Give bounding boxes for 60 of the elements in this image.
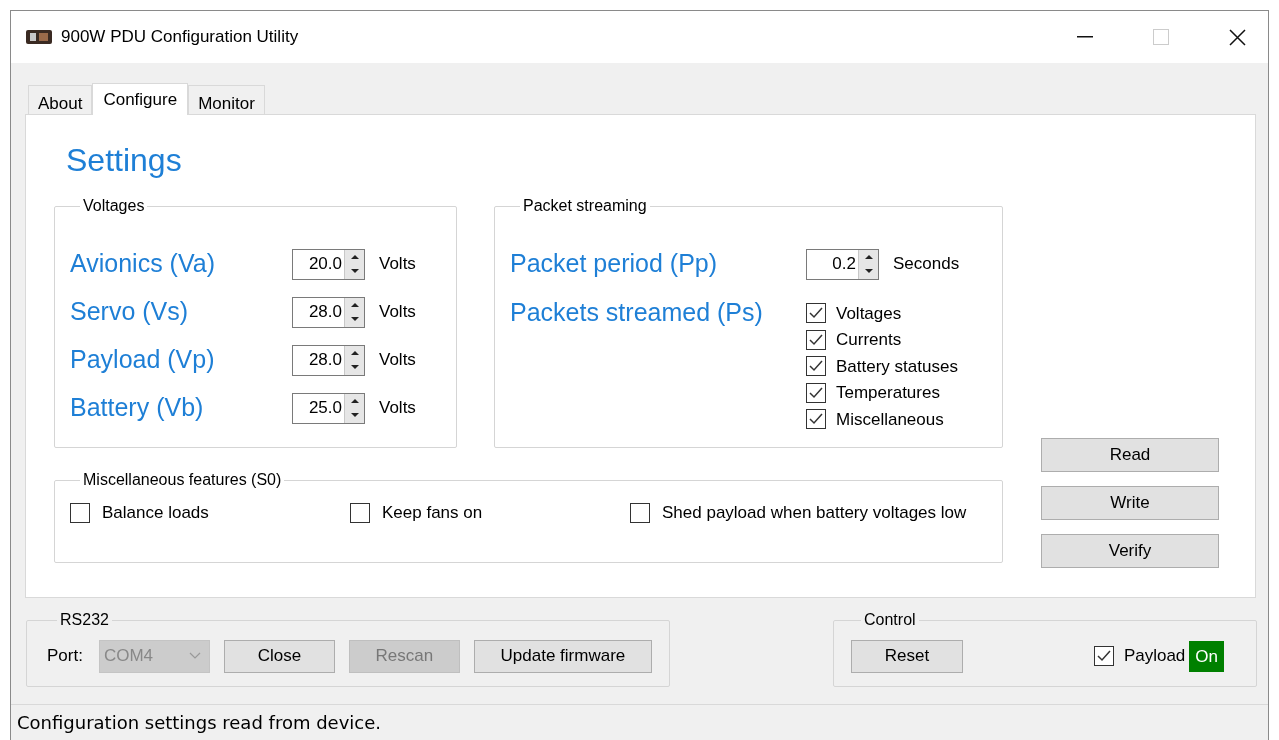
checkbox[interactable] <box>806 329 826 350</box>
number-field[interactable]: 28.0 <box>292 296 365 328</box>
unit-label: Volts <box>379 397 416 420</box>
group-title: Packet streaming <box>522 196 648 216</box>
reset-button[interactable]: Reset <box>851 639 963 673</box>
checkbox-label: Keep fans on <box>382 502 483 524</box>
field-label: Avionics (Va) <box>70 248 216 280</box>
checkbox-label: Balance loads <box>102 502 209 524</box>
checkbox-label: Voltages <box>836 302 902 325</box>
checkbox[interactable] <box>70 502 90 523</box>
page-heading: Settings <box>66 141 183 180</box>
unit-label: Seconds <box>893 253 960 276</box>
checkbox[interactable] <box>1093 646 1114 666</box>
checkbox[interactable] <box>630 502 650 523</box>
checkbox-label: Currents <box>836 329 902 351</box>
number-field[interactable]: 20.0 <box>292 248 365 280</box>
status-indicator: On <box>1189 640 1224 672</box>
checkbox[interactable] <box>806 303 826 324</box>
group-title: Control <box>863 610 917 630</box>
spin-buttons[interactable] <box>344 345 364 375</box>
checkbox[interactable] <box>806 356 826 377</box>
group-title: Voltages <box>82 196 146 216</box>
checkbox-label: Shed payload when battery voltages low <box>662 502 967 524</box>
field-label: Servo (Vs) <box>70 296 190 328</box>
dropdown-caret-icon <box>188 652 201 660</box>
checkbox-label: Payload <box>1123 645 1186 668</box>
window-title: 900W PDU Configuration Utility <box>61 26 299 49</box>
number-field[interactable]: 28.0 <box>292 344 365 376</box>
field-label: Payload (Vp) <box>70 344 216 376</box>
number-field[interactable]: 0.2 <box>806 248 879 280</box>
spin-buttons[interactable] <box>344 249 364 279</box>
number-field[interactable]: 25.0 <box>292 392 365 424</box>
spin-buttons[interactable] <box>344 297 364 327</box>
action-button[interactable]: Write <box>1041 486 1219 520</box>
field-label: Packets streamed (Ps) <box>510 297 764 328</box>
tab[interactable]: About <box>28 85 93 114</box>
port-button[interactable]: Update firmware <box>473 639 652 673</box>
checkbox[interactable] <box>806 409 826 430</box>
checkbox-label: Temperatures <box>836 382 940 404</box>
unit-label: Volts <box>379 349 416 372</box>
action-button[interactable]: Verify <box>1041 534 1219 568</box>
unit-label: Volts <box>379 301 416 324</box>
field-label: Packet period (Pp) <box>510 248 719 280</box>
checkbox-label: Miscellaneous <box>836 408 944 431</box>
action-button[interactable]: Read <box>1041 438 1219 472</box>
status-text: Configuration settings read from device. <box>17 712 381 733</box>
tab[interactable]: Monitor <box>188 85 265 114</box>
group-title: RS232 <box>59 610 110 630</box>
group-title: Miscellaneous features (S0) <box>82 470 283 490</box>
spin-buttons[interactable] <box>344 393 364 423</box>
port-label: Port: <box>47 645 83 668</box>
port-button[interactable]: Close <box>223 639 335 673</box>
app-icon <box>25 28 53 46</box>
checkbox[interactable] <box>350 502 370 523</box>
unit-label: Volts <box>379 253 416 276</box>
tab[interactable]: Configure <box>92 83 189 115</box>
field-label: Battery (Vb) <box>70 392 205 424</box>
checkbox[interactable] <box>806 382 826 403</box>
spin-buttons[interactable] <box>858 249 878 279</box>
checkbox-label: Battery statuses <box>836 355 958 378</box>
